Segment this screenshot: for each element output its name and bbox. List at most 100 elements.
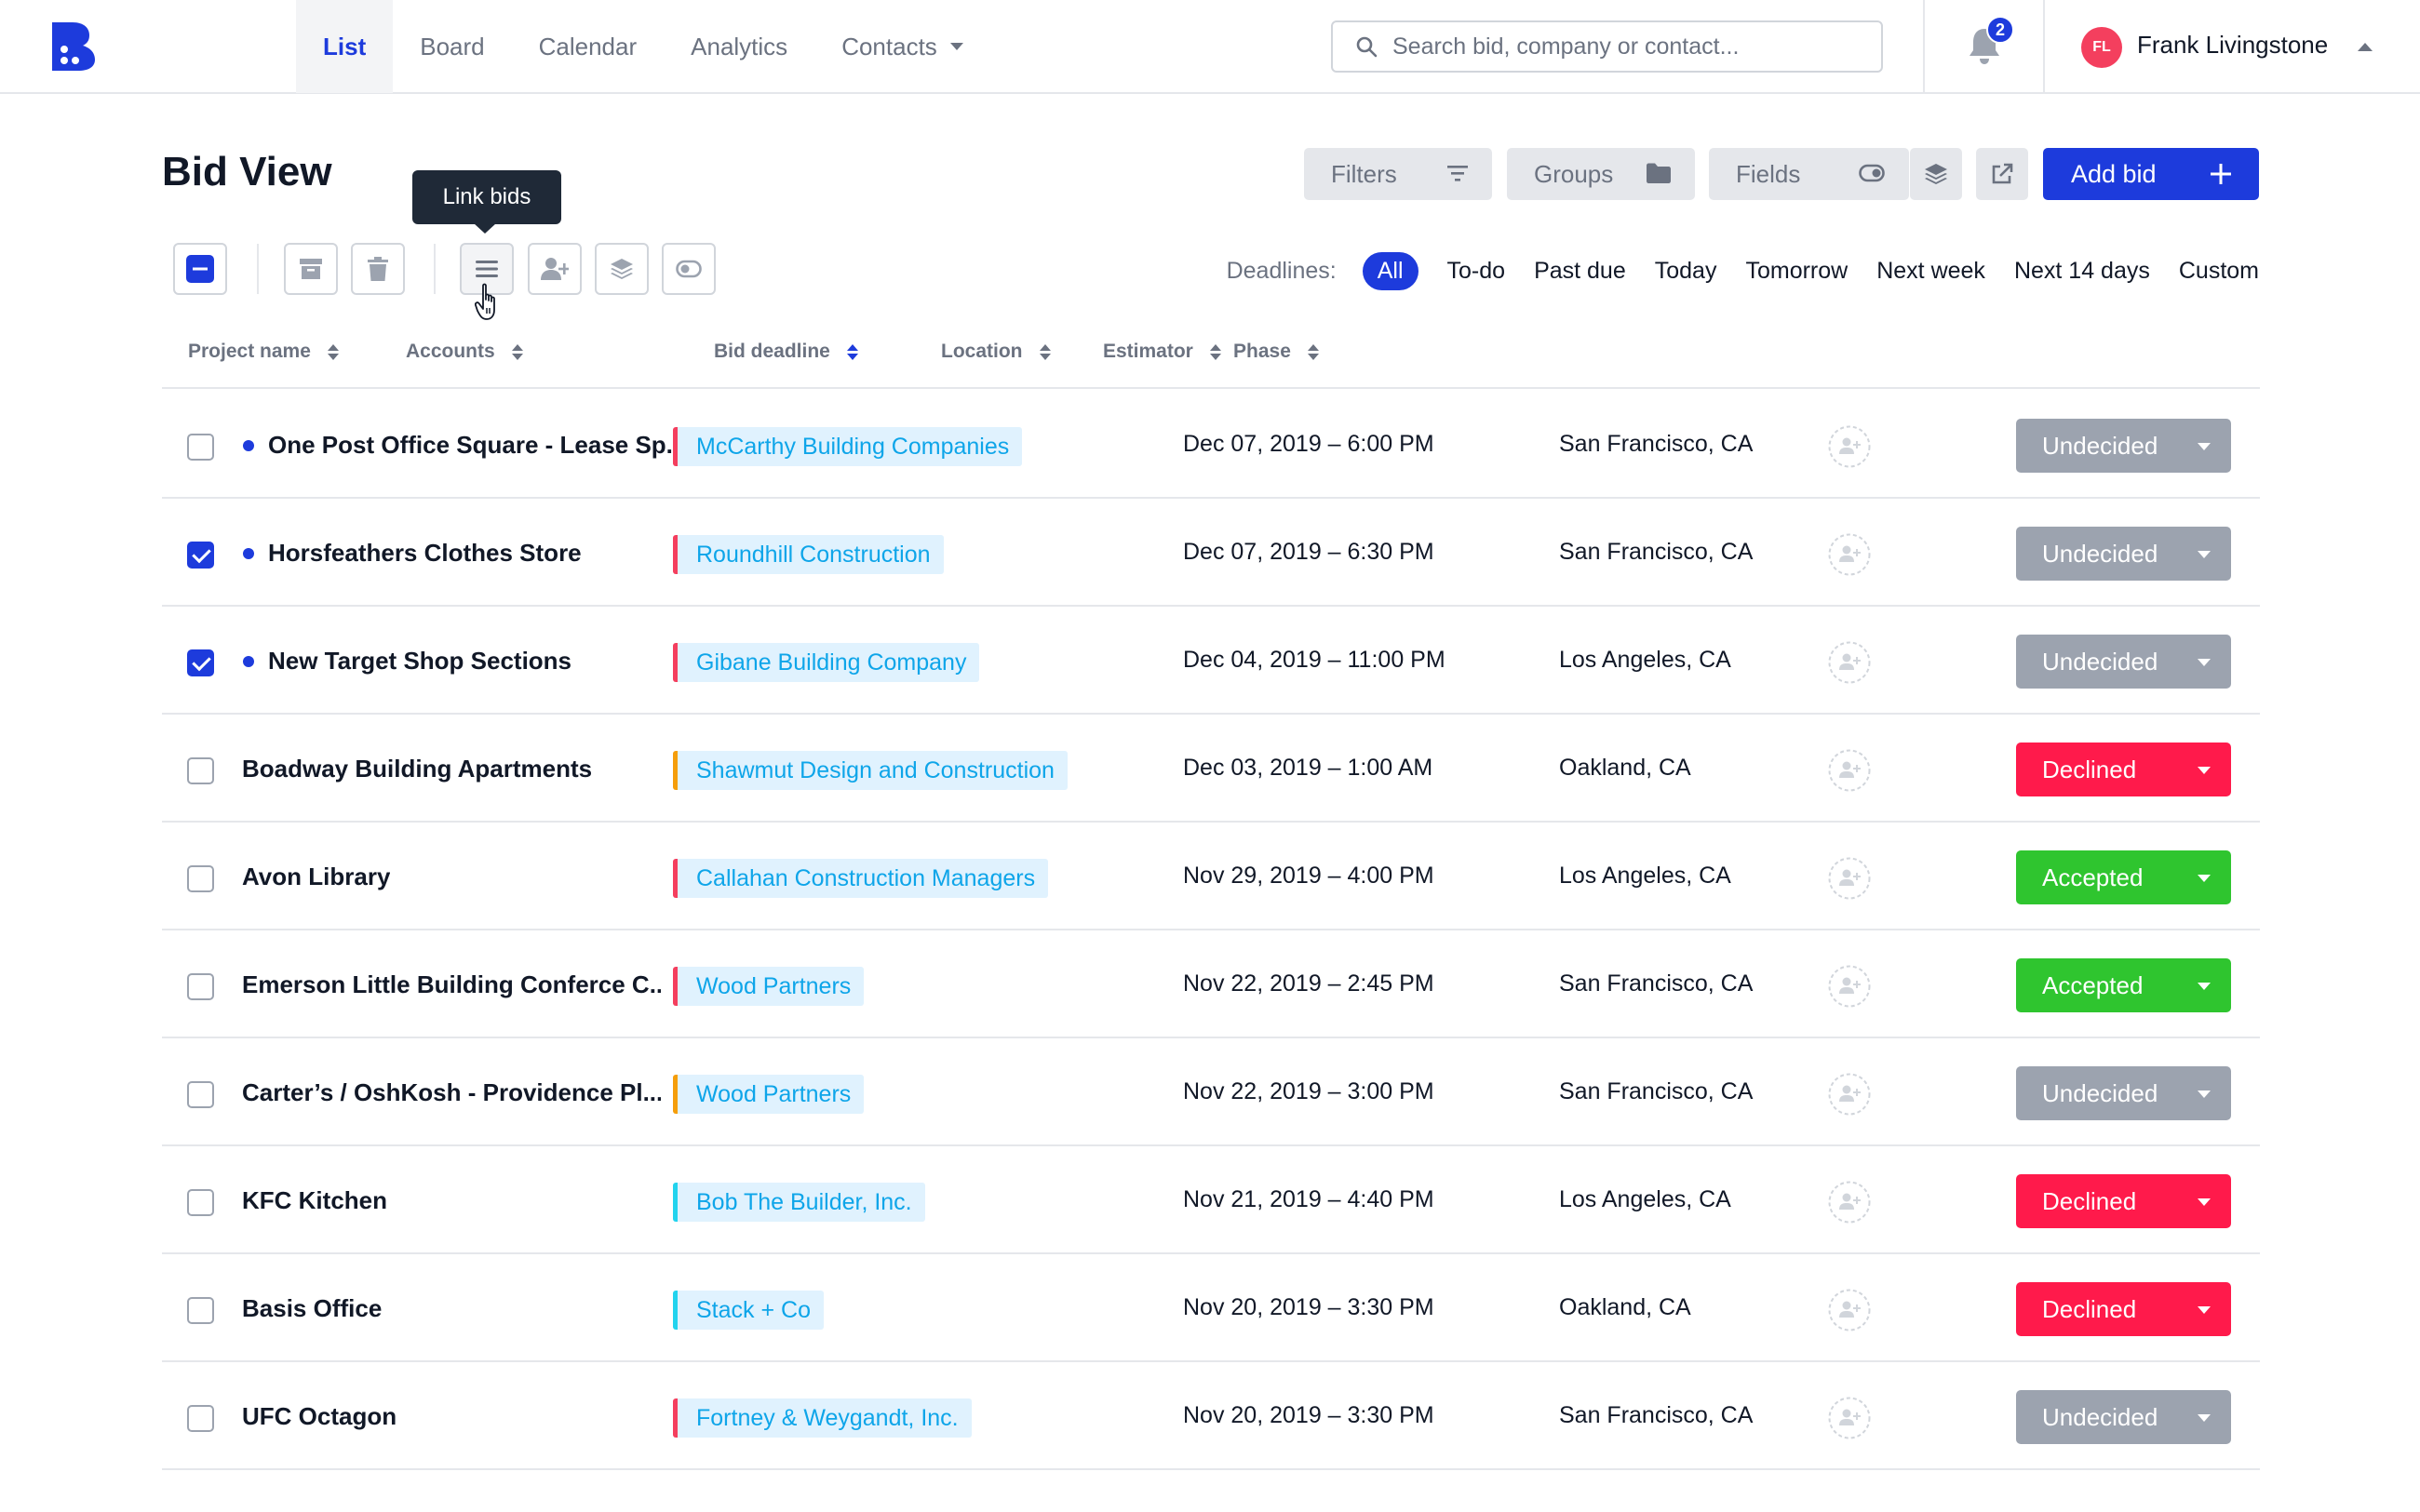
table-row[interactable]: New Target Shop Sections Gibane Building … — [162, 607, 2260, 715]
sort-icon[interactable] — [1039, 343, 1051, 360]
phase-dropdown[interactable]: Declined — [2016, 743, 2231, 796]
deadline-option-to-do[interactable]: To-do — [1447, 258, 1506, 285]
sort-icon[interactable] — [511, 343, 523, 360]
estimator-avatar[interactable] — [1828, 749, 1871, 792]
project-name[interactable]: One Post Office Square - Lease Sp... — [268, 431, 686, 460]
phase-dropdown[interactable]: Accepted — [2016, 958, 2231, 1012]
account-tag[interactable]: Callahan Construction Managers — [673, 859, 1049, 898]
table-row[interactable]: Basis Office Stack + Co Nov 20, 2019 – 3:3… — [162, 1254, 2260, 1362]
project-name[interactable]: Carter’s / OshKosh - Providence Pl... — [242, 1078, 661, 1107]
deadline-option-next-week[interactable]: Next week — [1876, 258, 1985, 285]
account-tag[interactable]: McCarthy Building Companies — [673, 427, 1023, 466]
stack-button[interactable] — [595, 243, 649, 295]
table-row[interactable]: KFC Kitchen Bob The Builder, Inc. Nov 21, … — [162, 1146, 2260, 1254]
search-input[interactable] — [1392, 33, 1858, 60]
project-name[interactable]: Avon Library — [242, 863, 390, 891]
row-checkbox[interactable] — [187, 1297, 214, 1324]
phase-dropdown[interactable]: Declined — [2016, 1282, 2231, 1336]
search-box[interactable] — [1331, 20, 1883, 73]
deadline-option-next-14-days[interactable]: Next 14 days — [2014, 258, 2150, 285]
row-checkbox[interactable] — [187, 1081, 214, 1108]
account-tag[interactable]: Wood Partners — [673, 967, 865, 1006]
row-checkbox[interactable] — [187, 973, 214, 1000]
tab-analytics[interactable]: Analytics — [664, 0, 814, 93]
phase-dropdown[interactable]: Undecided — [2016, 635, 2231, 689]
sort-icon[interactable] — [1209, 343, 1221, 360]
row-checkbox[interactable] — [187, 649, 214, 676]
fields-button[interactable]: Fields — [1709, 148, 1909, 200]
account-tag[interactable]: Fortney & Weygandt, Inc. — [673, 1398, 972, 1438]
logo-icon[interactable] — [52, 22, 95, 71]
sort-icon[interactable] — [327, 343, 339, 360]
project-name[interactable]: KFC Kitchen — [242, 1186, 387, 1215]
phase-dropdown[interactable]: Declined — [2016, 1174, 2231, 1228]
deadline-option-past-due[interactable]: Past due — [1534, 258, 1626, 285]
column-header-estimator[interactable]: Estimator — [1103, 341, 1221, 363]
project-name[interactable]: New Target Shop Sections — [268, 647, 571, 676]
phase-dropdown[interactable]: Accepted — [2016, 850, 2231, 904]
account-tag[interactable]: Wood Partners — [673, 1075, 865, 1114]
assign-estimator-button[interactable] — [528, 243, 582, 295]
archive-button[interactable] — [284, 243, 338, 295]
tab-board[interactable]: Board — [393, 0, 511, 93]
project-name[interactable]: Horsfeathers Clothes Store — [268, 539, 582, 568]
toggle-button[interactable] — [662, 243, 716, 295]
estimator-avatar[interactable] — [1828, 641, 1871, 684]
phase-dropdown[interactable]: Undecided — [2016, 1066, 2231, 1120]
estimator-avatar[interactable] — [1828, 1397, 1871, 1439]
account-tag[interactable]: Stack + Co — [673, 1291, 824, 1330]
avatar[interactable]: FL — [2081, 27, 2122, 68]
chevron-up-icon[interactable] — [2358, 43, 2373, 51]
row-checkbox[interactable] — [187, 757, 214, 784]
table-row[interactable]: Horsfeathers Clothes Store Roundhill Cons… — [162, 499, 2260, 607]
estimator-avatar[interactable] — [1828, 1181, 1871, 1224]
row-checkbox[interactable] — [187, 434, 214, 461]
account-tag[interactable]: Bob The Builder, Inc. — [673, 1183, 925, 1222]
row-checkbox[interactable] — [187, 1189, 214, 1216]
table-row[interactable]: Carter’s / OshKosh - Providence Pl... Woo… — [162, 1038, 2260, 1146]
add-bid-button[interactable]: Add bid — [2043, 148, 2259, 200]
account-tag[interactable]: Shawmut Design and Construction — [673, 751, 1068, 790]
estimator-avatar[interactable] — [1828, 425, 1871, 468]
project-name[interactable]: Boadway Building Apartments — [242, 755, 592, 783]
tab-list[interactable]: List — [296, 0, 394, 93]
export-button[interactable] — [1976, 148, 2028, 200]
estimator-avatar[interactable] — [1828, 1073, 1871, 1116]
sort-icon[interactable] — [846, 343, 858, 360]
table-row[interactable]: Avon Library Callahan Construction Manage… — [162, 823, 2260, 930]
user-name[interactable]: Frank Livingstone — [2137, 31, 2328, 60]
layers-button[interactable] — [1910, 148, 1962, 200]
phase-dropdown[interactable]: Undecided — [2016, 527, 2231, 581]
account-tag[interactable]: Roundhill Construction — [673, 535, 944, 574]
table-row[interactable]: Boadway Building Apartments Shawmut Desig… — [162, 715, 2260, 823]
project-name[interactable]: Emerson Little Building Conferce C... — [242, 970, 661, 999]
groups-button[interactable]: Groups — [1507, 148, 1695, 200]
estimator-avatar[interactable] — [1828, 965, 1871, 1008]
tab-calendar[interactable]: Calendar — [512, 0, 665, 93]
phase-dropdown[interactable]: Undecided — [2016, 1390, 2231, 1444]
delete-button[interactable] — [351, 243, 405, 295]
column-header-accounts[interactable]: Accounts — [406, 341, 523, 363]
sort-icon[interactable] — [1307, 343, 1319, 360]
filters-button[interactable]: Filters — [1304, 148, 1492, 200]
table-row[interactable]: Emerson Little Building Conferce C... Woo… — [162, 930, 2260, 1038]
column-header-bid-deadline[interactable]: Bid deadline — [714, 341, 858, 363]
tab-contacts[interactable]: Contacts — [814, 0, 990, 93]
deadline-option-today[interactable]: Today — [1655, 258, 1717, 285]
row-checkbox[interactable] — [187, 1405, 214, 1432]
project-name[interactable]: UFC Octagon — [242, 1402, 397, 1431]
select-all-checkbox[interactable] — [173, 243, 227, 295]
account-tag[interactable]: Gibane Building Company — [673, 643, 980, 682]
column-header-location[interactable]: Location — [941, 341, 1051, 363]
table-row[interactable]: UFC Octagon Fortney & Weygandt, Inc. Nov 2… — [162, 1362, 2260, 1470]
column-header-phase[interactable]: Phase — [1233, 341, 1319, 363]
row-checkbox[interactable] — [187, 542, 214, 569]
phase-dropdown[interactable]: Undecided — [2016, 419, 2231, 473]
estimator-avatar[interactable] — [1828, 1289, 1871, 1331]
deadline-option-tomorrow[interactable]: Tomorrow — [1745, 258, 1848, 285]
row-checkbox[interactable] — [187, 865, 214, 892]
estimator-avatar[interactable] — [1828, 857, 1871, 900]
deadline-option-all[interactable]: All — [1362, 251, 1418, 290]
deadline-option-custom[interactable]: Custom — [2179, 258, 2259, 285]
table-row[interactable]: One Post Office Square - Lease Sp... McCa… — [162, 391, 2260, 499]
